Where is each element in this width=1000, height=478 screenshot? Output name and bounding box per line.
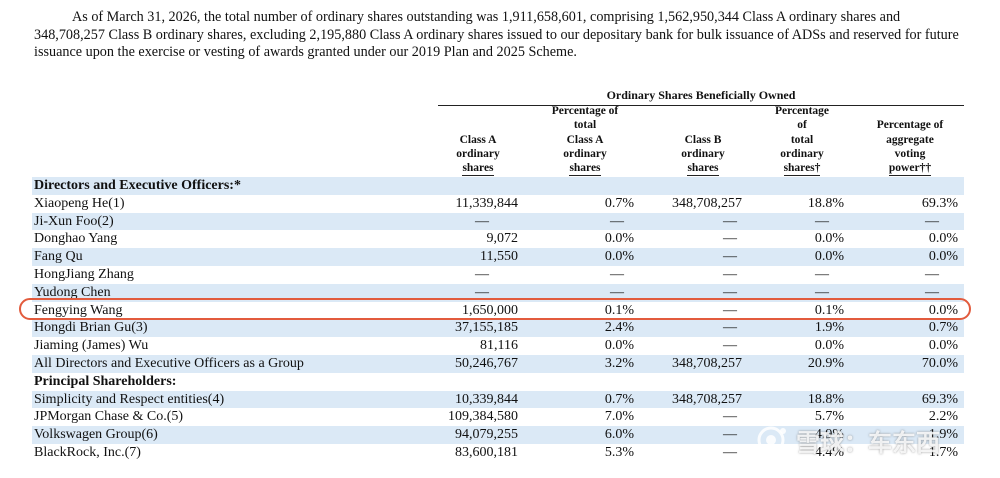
section-header-row: Principal Shareholders:	[32, 373, 964, 391]
cell-col-5: —	[925, 266, 939, 282]
cell-col-1: 11,339,844	[455, 195, 518, 211]
cell-col-5: 70.0%	[921, 355, 958, 371]
row-name: HongJiang Zhang	[34, 266, 134, 282]
cell-col-5: 0.7%	[928, 320, 958, 336]
row-name: Simplicity and Respect entities(4)	[34, 391, 225, 407]
cell-col-4: 18.8%	[807, 195, 844, 211]
cell-col-1: 10,339,844	[455, 391, 518, 407]
cell-col-3: —	[723, 249, 737, 265]
cell-col-4: 1.9%	[814, 320, 844, 336]
cell-col-2: 2.4%	[604, 320, 634, 336]
cell-col-2: 0.0%	[604, 231, 634, 247]
cell-col-1: 9,072	[486, 231, 519, 247]
cell-col-5: 0.0%	[928, 231, 958, 247]
cell-col-2: 0.7%	[604, 391, 634, 407]
cell-col-2: 6.0%	[604, 427, 634, 443]
cell-col-2: 0.0%	[604, 249, 634, 265]
cell-col-4: —	[815, 213, 829, 229]
cell-col-5: 69.3%	[921, 195, 958, 211]
cell-col-1: 94,079,255	[455, 427, 518, 443]
watermark: 雪球：车东西	[756, 424, 940, 457]
col-header-class-b-shares: Class Bordinary shares	[662, 104, 744, 177]
cell-col-4: 0.0%	[814, 338, 844, 354]
cell-col-4: 0.0%	[814, 231, 844, 247]
row-name: Xiaopeng He(1)	[34, 195, 125, 211]
watermark-text: 雪球：车东西	[796, 428, 940, 457]
cell-col-3: 348,708,257	[672, 391, 742, 407]
cell-col-3: —	[723, 231, 737, 247]
col-header-pct-total-shares: Percentage of total ordinary shares†	[766, 104, 838, 177]
cell-col-4: —	[815, 266, 829, 282]
cell-col-1: 50,246,767	[455, 355, 518, 371]
col-header-pct-class-a: Percentage of total Class Aordinary share…	[540, 104, 630, 177]
table-row: Donghao Yang 9,072 0.0% — 0.0% 0.0%	[32, 230, 964, 248]
highlight-ellipse	[19, 298, 971, 320]
row-name: Principal Shareholders:	[34, 373, 177, 389]
table-row: Jiaming (James) Wu 81,116 0.0% — 0.0% 0.0%	[32, 337, 964, 355]
cell-col-5: 69.3%	[921, 391, 958, 407]
cell-col-4: 0.0%	[814, 249, 844, 265]
cell-col-2: 0.0%	[604, 338, 634, 354]
cell-col-4: 18.8%	[807, 391, 844, 407]
row-name: BlackRock, Inc.(7)	[34, 444, 141, 460]
row-name: JPMorgan Chase & Co.(5)	[34, 409, 184, 425]
row-name: Jiaming (James) Wu	[34, 338, 149, 354]
cell-col-3: 348,708,257	[672, 195, 742, 211]
cell-col-1: —	[475, 213, 489, 229]
cell-col-2: —	[610, 266, 624, 282]
row-name: Ji-Xun Foo(2)	[34, 213, 114, 229]
cell-col-5: 0.0%	[928, 338, 958, 354]
table-row: Simplicity and Respect entities(4) 10,339…	[32, 390, 964, 409]
cell-col-2: 5.3%	[604, 444, 634, 460]
cell-col-1: 83,600,181	[455, 444, 518, 460]
cell-col-5: 0.0%	[928, 249, 958, 265]
row-name: All Directors and Executive Officers as …	[34, 355, 304, 371]
cell-col-1: 37,155,185	[455, 320, 518, 336]
cell-col-5: —	[925, 213, 939, 229]
row-name: Fang Qu	[34, 249, 83, 265]
cell-col-1: 81,116	[480, 338, 518, 354]
table-row: Ji-Xun Foo(2) — — — — —	[32, 212, 964, 231]
cell-col-3: 348,708,257	[672, 355, 742, 371]
table-row: Fang Qu 11,550 0.0% — 0.0% 0.0%	[32, 248, 964, 266]
cell-col-3: —	[723, 213, 737, 229]
table-row: All Directors and Executive Officers as …	[32, 354, 964, 373]
row-name: Donghao Yang	[34, 231, 118, 247]
col-header-class-a-shares: Class Aordinary shares	[440, 104, 516, 177]
row-name: Directors and Executive Officers:*	[34, 178, 241, 193]
cell-col-2: 0.7%	[604, 195, 634, 211]
cell-col-1: 11,550	[480, 249, 518, 265]
cell-col-2: —	[610, 213, 624, 229]
row-name: Hongdi Brian Gu(3)	[34, 320, 148, 336]
cell-col-3: —	[723, 338, 737, 354]
cell-col-3: —	[723, 266, 737, 282]
cell-col-4: 20.9%	[807, 355, 844, 371]
row-name: Volkswagen Group(6)	[34, 427, 158, 443]
cell-col-1: —	[475, 266, 489, 282]
col-header-pct-voting-power: Percentage of aggregate voting power††	[866, 104, 954, 177]
cell-col-3: —	[723, 320, 737, 336]
cell-col-1: 109,384,580	[448, 409, 518, 425]
snowball-logo-icon	[757, 426, 786, 454]
cell-col-2: 7.0%	[604, 409, 634, 425]
table-row: Xiaopeng He(1) 11,339,844 0.7% 348,708,257 1…	[32, 195, 964, 213]
cell-col-2: 3.2%	[604, 355, 634, 371]
table-row: HongJiang Zhang — — — — —	[32, 266, 964, 284]
intro-paragraph: As of March 31, 2026, the total number o…	[34, 9, 959, 61]
table-row: Hongdi Brian Gu(3) 37,155,185 2.4% — 1.9% 0.7…	[32, 319, 964, 338]
section-header-row: Directors and Executive Officers:*	[32, 177, 964, 195]
